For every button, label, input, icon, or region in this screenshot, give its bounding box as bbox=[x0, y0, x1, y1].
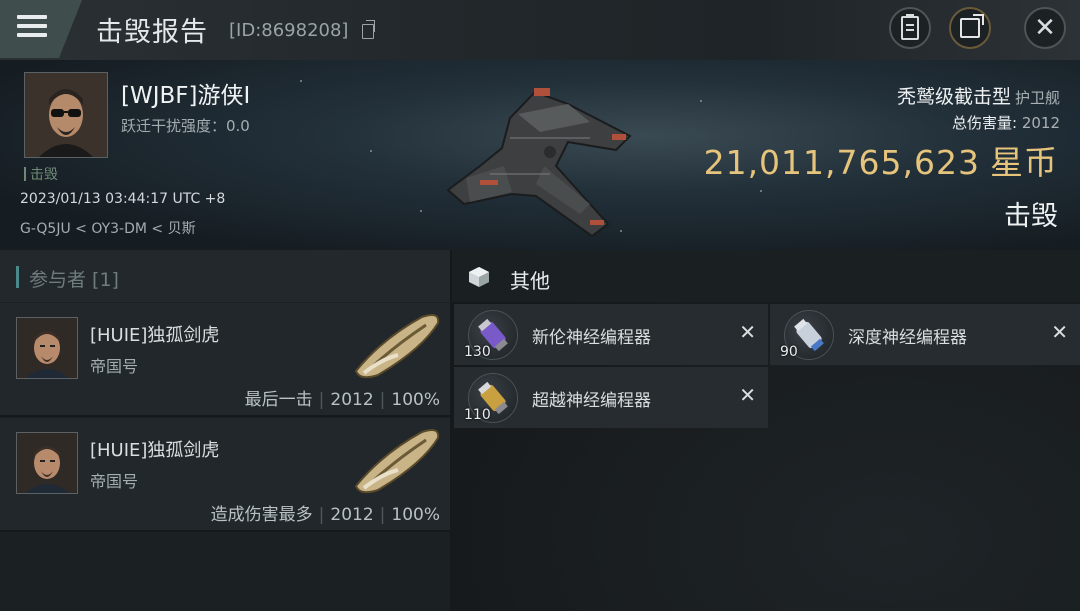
victim-name[interactable]: [WJBF]游侠I bbox=[121, 76, 250, 110]
total-damage-label: 总伤害量: bbox=[951, 114, 1018, 132]
isk-value: 21,011,765,623 星币 bbox=[704, 136, 1058, 184]
victim-portrait[interactable] bbox=[24, 72, 108, 158]
participant-name[interactable]: [HUIE]独孤剑虎 bbox=[90, 436, 219, 462]
participant-damage: 2012 bbox=[330, 505, 374, 525]
ship-name: 秃鹫级截击型 bbox=[896, 86, 1011, 108]
menu-icon bbox=[17, 15, 47, 19]
header-accent bbox=[16, 266, 19, 288]
close-button[interactable]: ✕ bbox=[1024, 7, 1066, 49]
cube-icon bbox=[469, 267, 489, 287]
other-panel: 其他 130 新伦神经编程器 ✕ 90 深度神经编程器 ✕ 110 超越神经编程… bbox=[452, 250, 1080, 611]
dropped-item[interactable]: 110 超越神经编程器 ✕ bbox=[454, 367, 768, 428]
close-icon: ✕ bbox=[1034, 13, 1056, 43]
participant-role: 最后一击 bbox=[244, 390, 313, 410]
kill-location: G-Q5JU < OY3-DM < 贝斯 bbox=[20, 221, 196, 237]
isk-amount: 21,011,765,623 bbox=[703, 143, 980, 182]
clipboard-icon bbox=[901, 14, 919, 40]
header-bar: 击毁报告 [ID:8698208] ✕ bbox=[0, 0, 1080, 60]
participant-ship: 帝国号 bbox=[90, 472, 139, 491]
star bbox=[300, 80, 302, 82]
separator: | bbox=[379, 390, 386, 410]
other-header: 其他 bbox=[452, 250, 1080, 302]
menu-icon-bar bbox=[17, 24, 47, 28]
participant-role: 造成伤害最多 bbox=[210, 505, 313, 525]
dropped-item[interactable]: 90 深度神经编程器 ✕ bbox=[770, 304, 1080, 365]
ship-class: 护卫舰 bbox=[1014, 89, 1060, 107]
participant-row[interactable]: [HUIE]独孤剑虎 帝国号 造成伤害最多 | 2012 | 100% bbox=[0, 418, 450, 532]
menu-icon-bar bbox=[17, 33, 47, 37]
destroyed-x-icon: ✕ bbox=[1051, 320, 1068, 344]
warp-scramble-strength: 跃迁干扰强度：0.0 bbox=[121, 117, 250, 135]
participant-stats: 最后一击 | 2012 | 100% bbox=[245, 385, 440, 410]
page-title: 击毁报告 bbox=[96, 17, 208, 48]
copy-icon[interactable] bbox=[362, 20, 375, 39]
victim-ship-name: 秃鹫级截击型 护卫舰 bbox=[897, 82, 1060, 109]
participants-title: 参与者 [1] bbox=[29, 269, 119, 291]
item-quantity: 110 bbox=[464, 407, 491, 423]
participant-ship-image[interactable] bbox=[352, 309, 444, 379]
victim-ship-image[interactable] bbox=[440, 74, 650, 249]
report-id: [ID:8698208] bbox=[229, 20, 349, 41]
participant-percent: 100% bbox=[391, 390, 440, 410]
menu-button[interactable] bbox=[0, 0, 82, 58]
separator: | bbox=[379, 505, 386, 525]
isk-unit: 星币 bbox=[990, 143, 1058, 182]
participant-portrait[interactable] bbox=[16, 432, 78, 494]
participant-damage: 2012 bbox=[330, 390, 374, 410]
item-name: 超越神经编程器 bbox=[532, 391, 651, 411]
destroyed-x-icon: ✕ bbox=[739, 320, 756, 344]
participant-row[interactable]: [HUIE]独孤剑虎 帝国号 最后一击 | 2012 | 100% bbox=[0, 303, 450, 417]
other-title: 其他 bbox=[510, 269, 550, 293]
participants-panel: 参与者 [1] [HUIE]独孤剑虎 帝国号 最后一击 | 2012 | 100% bbox=[0, 250, 450, 611]
share-button[interactable] bbox=[949, 7, 991, 49]
star bbox=[700, 100, 702, 102]
kill-datetime: 2023/01/13 03:44:17 UTC +8 bbox=[20, 191, 226, 207]
participant-ship: 帝国号 bbox=[90, 357, 139, 376]
participant-percent: 100% bbox=[391, 505, 440, 525]
item-name: 深度神经编程器 bbox=[848, 328, 967, 348]
star bbox=[420, 210, 422, 212]
participant-ship-image[interactable] bbox=[352, 424, 444, 494]
separator: | bbox=[318, 390, 325, 410]
kill-result: 击毁 bbox=[1004, 201, 1058, 232]
star bbox=[370, 150, 372, 152]
total-damage-value: 2012 bbox=[1021, 114, 1060, 132]
dropped-item[interactable]: 130 新伦神经编程器 ✕ bbox=[454, 304, 768, 365]
participant-stats: 造成伤害最多 | 2012 | 100% bbox=[211, 500, 440, 525]
total-damage: 总伤害量: 2012 bbox=[952, 112, 1060, 133]
victim-status-label: 击毁 bbox=[24, 164, 58, 184]
item-name: 新伦神经编程器 bbox=[532, 328, 651, 348]
participant-name[interactable]: [HUIE]独孤剑虎 bbox=[90, 321, 219, 347]
item-quantity: 130 bbox=[464, 344, 491, 360]
participants-header: 参与者 [1] bbox=[0, 250, 450, 302]
participant-portrait[interactable] bbox=[16, 317, 78, 379]
destroyed-x-icon: ✕ bbox=[739, 383, 756, 407]
share-icon bbox=[960, 14, 984, 38]
victim-banner: [WJBF]游侠I 跃迁干扰强度：0.0 击毁 2023/01/13 03:44… bbox=[0, 60, 1080, 250]
star bbox=[760, 190, 762, 192]
item-quantity: 90 bbox=[780, 344, 798, 360]
clipboard-button[interactable] bbox=[889, 7, 931, 49]
separator: | bbox=[318, 505, 325, 525]
